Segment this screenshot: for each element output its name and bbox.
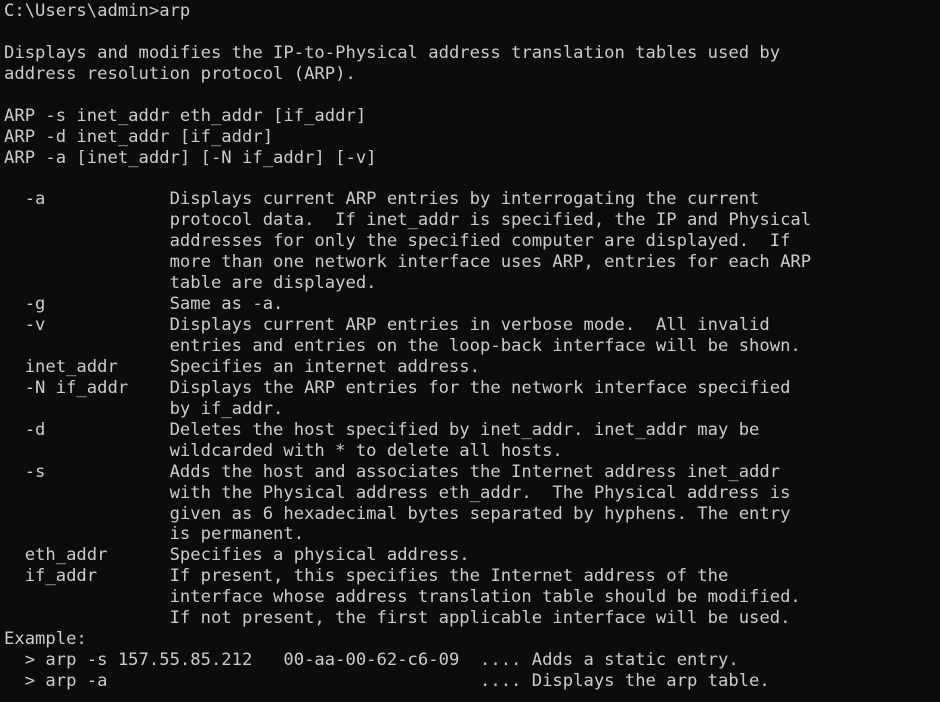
output-line: -s Adds the host and associates the Inte…	[4, 461, 781, 482]
output-line: ARP -s inet_addr eth_addr [if_addr]	[4, 105, 367, 126]
output-line: is permanent.	[4, 524, 305, 545]
output-line: > arp -s 157.55.85.212 00-aa-00-62-c6-09…	[4, 650, 739, 671]
output-line: by if_addr.	[4, 398, 284, 419]
output-line: inet_addr Specifies an internet address.	[4, 356, 480, 377]
output-line: -g Same as -a.	[4, 294, 284, 315]
output-line: -a Displays current ARP entries by inter…	[4, 189, 760, 210]
output-line: Displays and modifies the IP-to-Physical…	[4, 42, 781, 63]
output-line: addresses for only the specified compute…	[4, 231, 791, 252]
command-line: C:\Users\admin>arp	[4, 1, 940, 22]
terminal-window[interactable]: C:\Users\admin>arp Displays and modifies…	[0, 0, 940, 702]
output-line: more than one network interface uses ARP…	[4, 252, 812, 273]
prompt: C:\Users\admin>	[4, 1, 160, 21]
output-line: given as 6 hexadecimal bytes separated b…	[4, 503, 791, 524]
output-line: if_addr If present, this specifies the I…	[4, 566, 729, 587]
output-line: -N if_addr Displays the ARP entries for …	[4, 377, 791, 398]
output-line: Example:	[4, 629, 87, 650]
output-line: protocol data. If inet_addr is specified…	[4, 210, 812, 231]
command: arp	[159, 1, 191, 21]
output-line: entries and entries on the loop-back int…	[4, 336, 801, 356]
output-line: table are displayed.	[4, 273, 377, 294]
output-line: with the Physical address eth_addr. The …	[4, 482, 791, 503]
output-line: -v Displays current ARP entries in verbo…	[4, 315, 770, 336]
output-line: > arp -a .... Displays the arp table.	[4, 671, 770, 691]
output-line: interface whose address translation tabl…	[4, 587, 801, 608]
output-line: eth_addr Specifies a physical address.	[4, 545, 470, 566]
output-line: wildcarded with * to delete all hosts.	[4, 440, 563, 461]
output-line: ARP -a [inet_addr] [-N if_addr] [-v]	[4, 147, 377, 168]
output-line: -d Deletes the host specified by inet_ad…	[4, 419, 760, 440]
output-line: If not present, the first applicable int…	[4, 608, 791, 629]
output-line: address resolution protocol (ARP).	[4, 63, 356, 84]
output-line: ARP -d inet_addr [if_addr]	[4, 126, 274, 147]
